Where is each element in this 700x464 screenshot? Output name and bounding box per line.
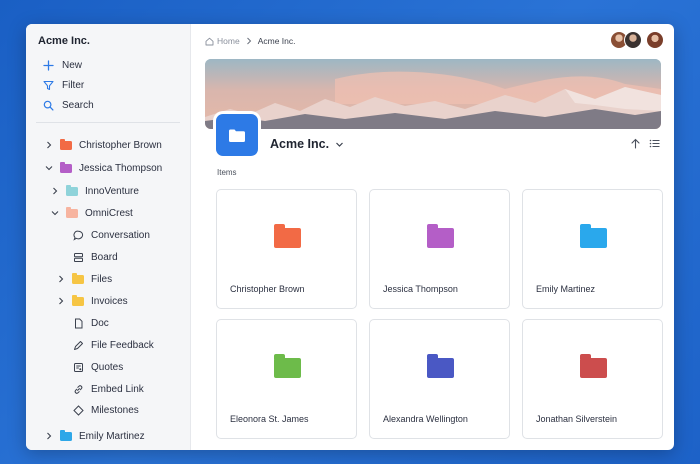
tree-item-omnicrest[interactable]: OmniCrest [50,204,133,222]
tree-item-label: Doc [91,317,109,329]
chevron-right-icon[interactable] [56,296,66,306]
folder-icon [580,354,607,378]
tree-item-label: InnoVenture [85,185,139,197]
breadcrumb-home[interactable]: Home [217,36,240,46]
pencil-icon [73,340,84,351]
title-toolbar [630,138,660,149]
folder-icon [427,224,454,248]
tree-item-label: Conversation [91,229,150,241]
tree-item-label: File Feedback [91,339,154,351]
tree-item-files[interactable]: Files [56,270,112,288]
sidebar: Acme Inc. New Filter Search Christopher … [26,24,191,450]
filter-icon [42,79,54,91]
tree-item-milestones[interactable]: Milestones [73,401,139,419]
chevron-down-icon[interactable] [335,140,344,149]
avatar[interactable] [646,31,664,49]
chevron-down-icon[interactable] [44,163,54,173]
chevron-right-icon[interactable] [44,140,54,150]
folder-icon [60,161,72,173]
tree-item-label: Invoices [91,295,128,307]
item-card-label: Christopher Brown [230,284,305,294]
tree-item-board[interactable]: Board [73,248,118,266]
chevron-right-icon[interactable] [44,431,54,441]
breadcrumb: Home Acme Inc. [205,36,295,46]
chevron-down-icon[interactable] [50,208,60,218]
tree-item-jessica-thompson[interactable]: Jessica Thompson [44,159,162,177]
folder-icon [274,224,301,248]
tree-item-label: Emily Martinez [79,430,145,442]
list-view-icon[interactable] [649,138,660,149]
tree-item-label: OmniCrest [85,207,133,219]
chat-bubble-icon [73,230,84,241]
folder-icon [60,429,72,441]
folder-icon [66,184,78,196]
folder-icon [72,294,84,306]
plus-icon [42,59,54,71]
document-icon [73,318,84,329]
folder-icon [66,206,78,218]
tree-item-file-feedback[interactable]: File Feedback [73,336,154,354]
search-label: Search [62,99,94,111]
item-card[interactable]: Eleonora St. James [216,319,357,439]
item-card-label: Emily Martinez [536,284,596,294]
tree-item-label: Quotes [91,361,124,373]
folder-icon [274,354,301,378]
item-card-label: Jonathan Silverstein [536,414,618,424]
folder-icon [72,272,84,284]
sidebar-divider [36,122,180,123]
home-icon[interactable] [205,37,214,46]
tree-item-label: Board [91,251,118,263]
filter-button[interactable]: Filter [42,77,84,93]
board-icon [73,252,84,263]
item-card-label: Jessica Thompson [383,284,458,294]
tree-item-innoventure[interactable]: InnoVenture [50,182,139,200]
item-card[interactable]: Christopher Brown [216,189,357,309]
search-button[interactable]: Search [42,97,94,113]
tree-item-label: Milestones [91,404,139,416]
item-card-label: Alexandra Wellington [383,414,468,424]
tree-item-embed-link[interactable]: Embed Link [73,380,144,398]
avatar[interactable] [624,31,642,49]
tree-item-conversation[interactable]: Conversation [73,226,150,244]
tree-item-label: Embed Link [91,383,144,395]
link-icon [73,384,84,395]
chevron-right-icon[interactable] [50,186,60,196]
folder-icon [60,138,72,150]
tree-item-label: Christopher Brown [79,139,162,151]
item-card[interactable]: Emily Martinez [522,189,663,309]
page-title-text: Acme Inc. [270,137,330,151]
tree-item-invoices[interactable]: Invoices [56,292,128,310]
diamond-icon [73,404,84,416]
folder-icon [427,354,454,378]
cover-banner[interactable] [205,59,661,129]
tree-item-quotes[interactable]: Quotes [73,358,123,376]
quotes-icon [73,362,84,373]
filter-label: Filter [62,79,85,91]
page-title[interactable]: Acme Inc. [270,137,344,151]
new-button[interactable]: New [42,57,82,73]
member-avatars[interactable] [610,31,664,49]
item-card[interactable]: Jonathan Silverstein [522,319,663,439]
search-icon [42,99,54,111]
item-card-label: Eleonora St. James [230,414,309,424]
tree-item-christopher-brown[interactable]: Christopher Brown [44,136,162,154]
tree-item-emily-martinez[interactable]: Emily Martinez [44,427,145,445]
tree-item-label: Files [91,273,113,285]
app-window: Acme Inc. New Filter Search Christopher … [26,24,674,450]
workspace-name[interactable]: Acme Inc. [38,35,90,47]
new-label: New [62,59,83,71]
breadcrumb-current: Acme Inc. [257,36,296,46]
item-card[interactable]: Alexandra Wellington [369,319,510,439]
items-section-label: Items [217,168,237,177]
tree-item-label: Jessica Thompson [79,162,163,174]
item-card[interactable]: Jessica Thompson [369,189,510,309]
workspace-icon[interactable] [216,114,258,156]
tree-item-doc[interactable]: Doc [73,314,109,332]
folder-icon [580,224,607,248]
chevron-right-icon[interactable] [56,274,66,284]
sort-arrow-up-icon[interactable] [630,138,641,149]
main-content: Home Acme Inc. Acme Inc. Items Christoph… [191,24,674,450]
chevron-right-icon [246,37,252,45]
